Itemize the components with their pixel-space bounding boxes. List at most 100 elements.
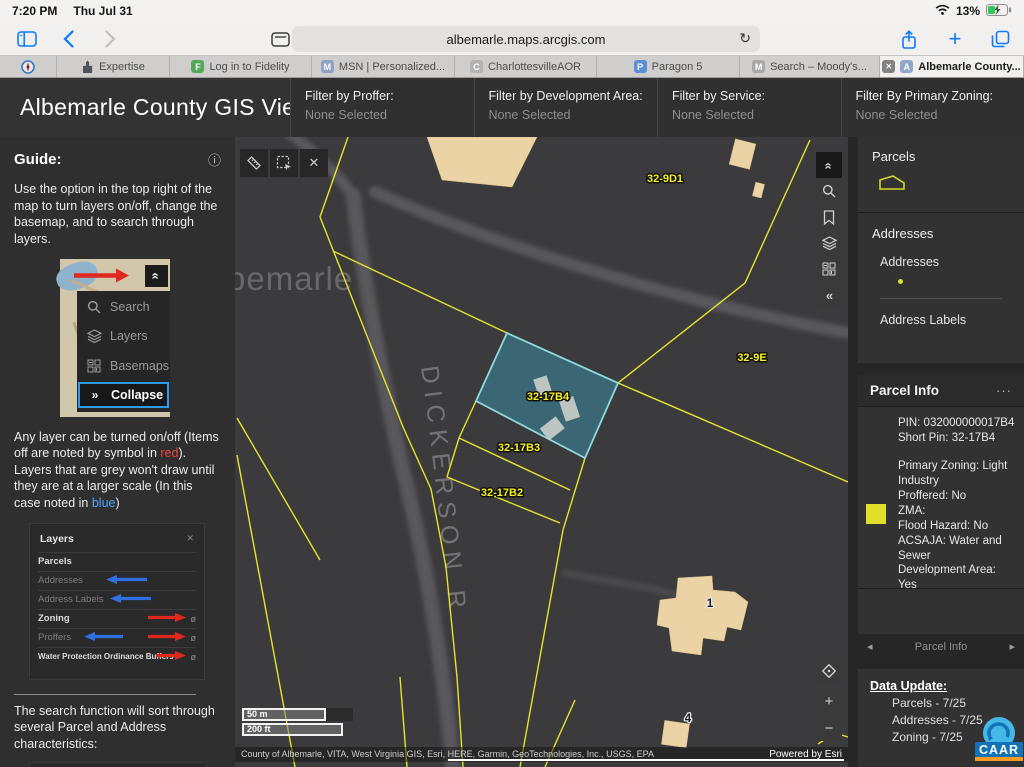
tab-expertise[interactable]: Expertise [57,56,170,77]
parcel-info-panel: Parcel Info ··· PIN: 032000000017B4 Shor… [858,375,1024,659]
address-bar[interactable]: albemarle.maps.arcgis.com ↻ [292,26,760,52]
tab-bar: Expertise F Log in to Fidelity M MSN | P… [0,56,1024,78]
compass-favicon [21,60,35,74]
share-icon[interactable] [898,22,920,56]
parcel-label: 32-17B4 [527,391,570,403]
basemap-button[interactable] [816,256,842,282]
parcel-label: 32-9E [737,352,766,364]
filter-proffer[interactable]: Filter by Proffer: None Selected [290,78,474,137]
tab-fidelity[interactable]: F Log in to Fidelity [170,56,312,77]
scale-bar: 50 m 200 ft [242,708,354,738]
map-viewport[interactable]: bemarle DICKERSON RD [235,137,848,767]
reload-icon[interactable]: ↻ [739,30,751,47]
tab-close-icon[interactable]: ✕ [882,60,895,73]
app-header: Albemarle County GIS Viewer Filter by Pr… [0,78,1024,137]
parcel-acsaja: ACSAJA: Water and Sewer [898,534,1016,564]
layer-row-address-labels: Address Labels [38,590,196,609]
close-tool-button[interactable]: ✕ [300,149,328,177]
zoom-out-button[interactable]: − [816,715,842,741]
legend-address-labels: Address Labels [880,313,1010,327]
red-arrow-icon [148,631,186,644]
search-button[interactable] [816,178,842,204]
data-update-line: Parcels - 7/25 [892,696,1012,710]
tab-msn[interactable]: M MSN | Personalized... [312,56,455,77]
info-icon[interactable]: ⓘ [208,150,221,169]
guide-paragraph-1: Use the option in the top right of the m… [14,181,221,248]
divider [14,694,196,695]
tab-overview-icon[interactable] [268,22,292,56]
tab-favicon: A [900,60,913,73]
filter-service[interactable]: Filter by Service: None Selected [657,78,841,137]
tab-favicon: M [321,60,334,73]
legend-parcels-label: Parcels [872,149,1010,164]
guide-illustration-layers: Layers ✕ Parcels Addresses Address Label… [29,523,205,680]
eye-off-icon: ø [191,614,197,624]
parcel-info-body: PIN: 032000000017B4 Short Pin: 32-17B4 P… [858,407,1024,589]
chevron-right-double-icon: » [87,388,103,402]
layer-row-proffers: Proffers ø [38,628,196,647]
status-bar: 7:20 PM Thu Jul 31 13% [0,0,1024,22]
tab-favicon: C [470,60,483,73]
filter-primary-zoning[interactable]: Filter By Primary Zoning: None Selected [841,78,1024,137]
filter-development-area[interactable]: Filter by Development Area: None Selecte… [474,78,658,137]
tab-albemarle-active[interactable]: ✕ A Albemarle County... [880,56,1024,77]
forward-button[interactable] [100,22,120,56]
svg-text:CAAR: CAAR [979,743,1019,757]
blue-arrow-icon [84,631,124,644]
divider [880,298,1002,299]
layer-row-parcels: Parcels [38,552,196,571]
guide-paragraph-2: Any layer can be turned on/off (Items of… [14,429,221,512]
map-roads [287,137,848,767]
measure-tool-button[interactable] [240,149,268,177]
parcel-proffered: Proffered: No [898,489,1016,504]
tab-moodys[interactable]: M Search – Moody's... [740,56,880,77]
menu-item-layers: Layers [77,323,170,349]
zoom-in-button[interactable]: + [816,688,842,714]
tab-favicon: M [752,60,765,73]
sidebar-toggle-icon[interactable] [16,22,38,56]
bookmark-button[interactable] [816,204,842,230]
right-panel: Parcels Addresses Addresses Address Labe… [848,137,1024,767]
parcel-primary-zoning: Primary Zoning: Light Industry [898,459,1016,489]
guide-panel: Guide: ⓘ Use the option in the top right… [0,137,235,767]
collapse-left-button[interactable]: « [816,282,842,308]
date: Thu Jul 31 [73,4,132,18]
locate-button[interactable] [816,658,842,684]
data-update-title: Data Update: [870,679,1012,693]
caar-logo: CAAR [974,716,1024,767]
guide-illustration-search: Search ✕ ▼ Find address or place Search … [29,762,207,767]
menu-item-basemaps: Basemaps [77,353,170,379]
new-tab-icon[interactable]: + [944,22,966,56]
pager-next-icon[interactable]: ▸ [1009,640,1015,653]
expand-up-button[interactable]: « [816,152,842,178]
parcel-label: 32-9D1 [647,173,683,185]
guide-paragraph-3: The search function will sort through se… [14,703,221,753]
tab-paragon[interactable]: P Paragon 5 [597,56,740,77]
layers-button[interactable] [816,230,842,256]
layer-row-wpo-buffers: Water Protection Ordinance Buffers ø [38,647,196,666]
url-text: albemarle.maps.arcgis.com [447,32,606,47]
tab-charlottesville-aor[interactable]: C CharlottesvilleAOR [455,56,597,77]
legend-addresses-layer: Addresses [880,255,1010,269]
parcel-info-pager: ◂ Parcel Info ▸ [858,634,1024,659]
eye-off-icon: ø [191,633,197,643]
tab-pinned[interactable] [0,56,57,77]
battery-icon [986,4,1012,19]
layer-row-addresses: Addresses [38,571,196,590]
wifi-icon [935,4,950,18]
guide-title: Guide: [14,151,62,168]
tabs-icon[interactable] [988,22,1012,56]
parcel-short-pin: Short Pin: 32-17B4 [898,431,1016,446]
back-button[interactable] [58,22,78,56]
overflow-menu-icon[interactable]: ··· [996,387,1012,395]
select-tool-button[interactable] [270,149,298,177]
pager-prev-icon[interactable]: ◂ [867,640,873,653]
map-canvas[interactable]: bemarle DICKERSON RD [235,137,848,767]
parcel-polygon-icon [878,174,1010,197]
illustration-tool-menu: Search Layers Basemaps » Collapse [77,291,170,412]
layers-icon [86,329,102,343]
blue-arrow-icon [110,593,152,606]
parcel-lines [237,137,848,767]
data-update-panel: Data Update: Parcels - 7/25 Addresses - … [858,669,1024,767]
parcel-pin: PIN: 032000000017B4 [898,416,1016,431]
